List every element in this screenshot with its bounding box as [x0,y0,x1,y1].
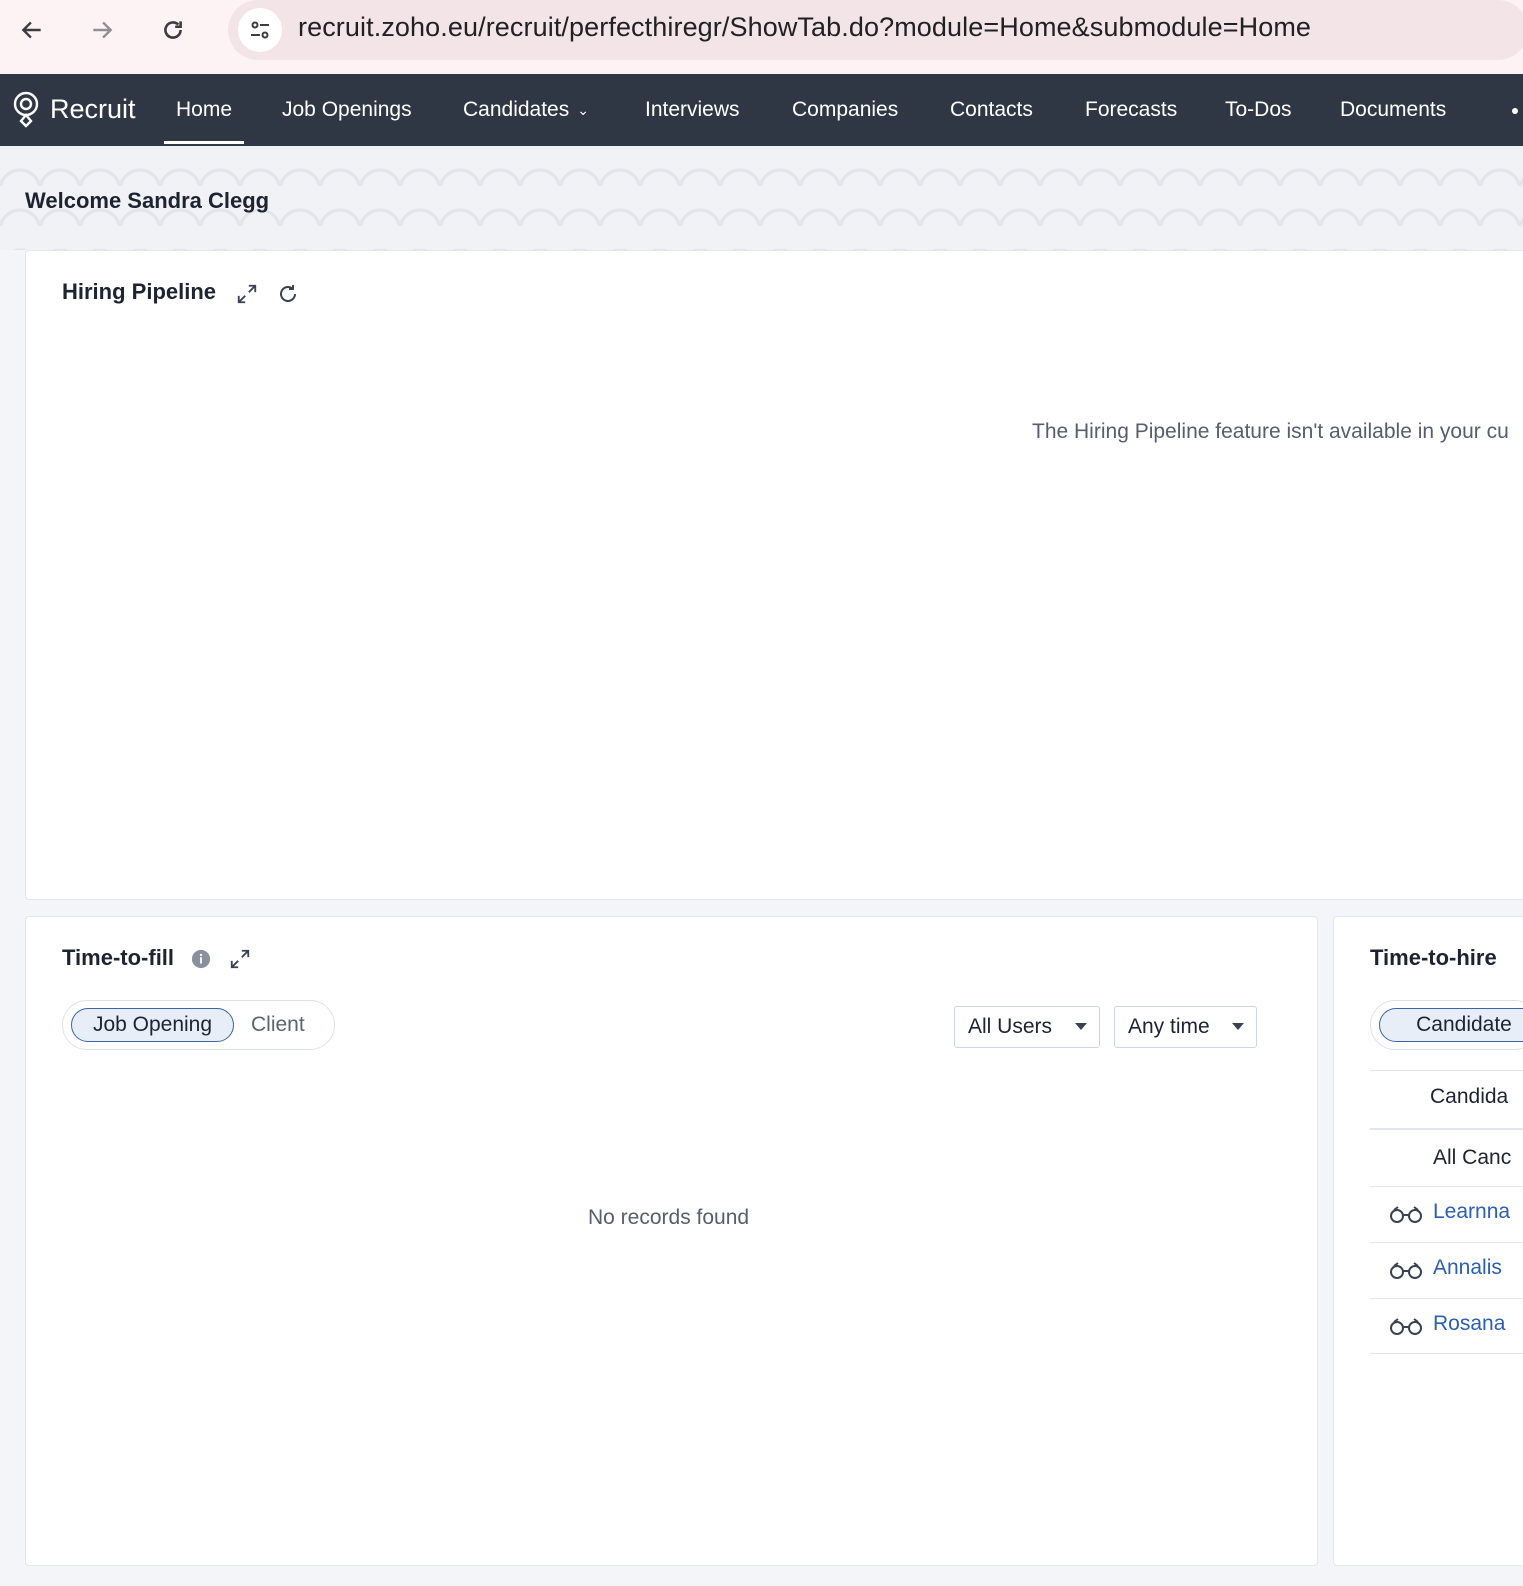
table-row: Annalis [1370,1242,1523,1298]
welcome-heading: Welcome Sandra Clegg [25,188,270,213]
time-to-hire-title: Time-to-hire [1370,945,1497,970]
pipeline-unavailable-message: The Hiring Pipeline feature isn't availa… [1032,420,1509,443]
hiring-pipeline-title: Hiring Pipeline [62,279,217,304]
nav-documents[interactable]: Documents [1340,74,1446,146]
more-tabs-icon[interactable] [1512,108,1518,114]
app-nav-bar: Recruit Home Job Openings Candidates ⌄ In… [0,74,1523,146]
toggle-job-opening[interactable]: Job Opening [71,1008,234,1042]
url-text[interactable]: recruit.zoho.eu/recruit/perfecthiregr/Sh… [298,12,1311,43]
all-candidates-label: All Canc [1433,1146,1512,1169]
binoculars-icon[interactable] [1388,1262,1424,1280]
site-settings-icon[interactable] [238,8,282,52]
recruit-logo-icon [13,91,39,128]
expand-icon[interactable] [235,282,259,306]
refresh-icon[interactable] [275,281,301,307]
toggle-candidate[interactable]: Candidate [1379,1008,1523,1042]
nav-home[interactable]: Home [163,74,245,146]
nav-companies[interactable]: Companies [792,74,898,146]
table-row: Learnna [1370,1186,1523,1242]
recruit-logo[interactable]: Recruit [10,90,136,128]
hiring-pipeline-card [25,250,1523,900]
users-filter-value: All Users [968,1015,1053,1038]
nav-interviews[interactable]: Interviews [645,74,740,146]
nav-todos[interactable]: To-Dos [1225,74,1292,146]
info-icon[interactable] [190,948,212,970]
browser-toolbar: recruit.zoho.eu/recruit/perfecthiregr/Sh… [0,0,1523,74]
time-to-hire-toggle: Candidate [1370,1000,1523,1050]
table-row: All Canc [1370,1128,1523,1184]
users-filter-dropdown[interactable]: All Users [954,1006,1100,1048]
table-header-row: Candida [1370,1070,1523,1126]
empty-state-message: No records found [588,1206,750,1229]
time-filter-dropdown[interactable]: Any time [1114,1006,1257,1048]
back-arrow-icon[interactable] [12,10,52,50]
brand-name: Recruit [50,93,136,124]
expand-icon[interactable] [228,947,252,971]
forward-arrow-icon[interactable] [82,10,122,50]
time-to-fill-toggle: Job Opening Client [62,1000,335,1050]
toggle-client[interactable]: Client [251,1008,305,1042]
candidate-link[interactable]: Rosana [1433,1312,1505,1336]
time-filter-value: Any time [1128,1015,1210,1038]
candidate-link[interactable]: Annalis [1433,1256,1502,1280]
chevron-down-icon: ⌄ [577,102,589,119]
binoculars-icon[interactable] [1388,1206,1424,1224]
address-bar[interactable]: recruit.zoho.eu/recruit/perfecthiregr/Sh… [228,0,1523,60]
caret-down-icon [1075,1023,1087,1030]
nav-job-openings[interactable]: Job Openings [282,74,412,146]
reload-icon[interactable] [153,10,193,50]
caret-down-icon [1232,1023,1244,1030]
time-to-fill-title: Time-to-fill [62,945,175,970]
table-row: Rosana [1370,1298,1523,1354]
nav-forecasts[interactable]: Forecasts [1085,74,1177,146]
nav-contacts[interactable]: Contacts [950,74,1033,146]
binoculars-icon[interactable] [1388,1318,1424,1336]
candidate-link[interactable]: Learnna [1433,1200,1510,1224]
nav-candidates-label: Candidates [463,98,570,121]
column-header-candidate: Candida [1430,1085,1509,1108]
nav-candidates[interactable]: Candidates ⌄ [463,74,589,146]
